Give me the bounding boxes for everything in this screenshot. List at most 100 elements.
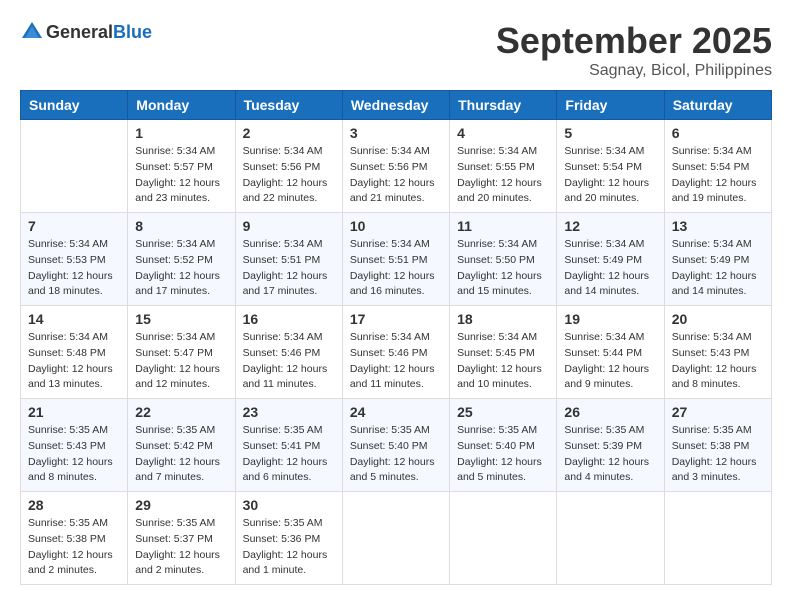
calendar-cell: 20Sunrise: 5:34 AMSunset: 5:43 PMDayligh… <box>664 306 771 399</box>
calendar-cell: 4Sunrise: 5:34 AMSunset: 5:55 PMDaylight… <box>450 120 557 213</box>
logo: GeneralBlue <box>20 20 152 44</box>
day-number: 5 <box>564 125 656 141</box>
calendar-cell: 2Sunrise: 5:34 AMSunset: 5:56 PMDaylight… <box>235 120 342 213</box>
day-number: 1 <box>135 125 227 141</box>
calendar-cell: 25 Sunrise: 5:35 AMSunset: 5:40 PMDayligh… <box>450 399 557 492</box>
day-number: 11 <box>457 218 549 234</box>
day-info: Sunrise: 5:34 AMSunset: 5:53 PMDaylight:… <box>28 237 120 300</box>
day-info: Sunrise: 5:34 AMSunset: 5:49 PMDaylight:… <box>672 237 764 300</box>
calendar-col-wednesday: Wednesday <box>342 91 449 120</box>
calendar-week-2: 7Sunrise: 5:34 AMSunset: 5:53 PMDaylight… <box>21 213 772 306</box>
day-number: 24 <box>350 404 442 420</box>
calendar-cell: 8 Sunrise: 5:34 AMSunset: 5:52 PMDaylight… <box>128 213 235 306</box>
month-title: September 2025 <box>496 20 772 62</box>
day-info: Sunrise: 5:34 AMSunset: 5:44 PMDaylight:… <box>564 330 656 393</box>
day-number: 21 <box>28 404 120 420</box>
day-info: Sunrise: 5:35 AMSunset: 5:36 PMDaylight:… <box>243 516 335 579</box>
day-info: Sunrise: 5:35 AMSunset: 5:38 PMDaylight:… <box>28 516 120 579</box>
calendar-header: SundayMondayTuesdayWednesdayThursdayFrid… <box>21 91 772 120</box>
calendar-table: SundayMondayTuesdayWednesdayThursdayFrid… <box>20 90 772 585</box>
calendar-cell: 30 Sunrise: 5:35 AMSunset: 5:36 PMDayligh… <box>235 492 342 585</box>
day-number: 19 <box>564 311 656 327</box>
day-number: 18 <box>457 311 549 327</box>
day-number: 23 <box>243 404 335 420</box>
calendar-cell: 24 Sunrise: 5:35 AMSunset: 5:40 PMDayligh… <box>342 399 449 492</box>
day-info: Sunrise: 5:35 AMSunset: 5:43 PMDaylight:… <box>28 423 120 486</box>
day-number: 30 <box>243 497 335 513</box>
calendar-week-1: 1 Sunrise: 5:34 AMSunset: 5:57 PMDaylight… <box>21 120 772 213</box>
day-info: Sunrise: 5:34 AMSunset: 5:52 PMDaylight:… <box>135 237 227 300</box>
logo-icon <box>20 20 44 44</box>
calendar-cell: 5 Sunrise: 5:34 AMSunset: 5:54 PMDaylight… <box>557 120 664 213</box>
day-number: 22 <box>135 404 227 420</box>
day-info: Sunrise: 5:35 AMSunset: 5:37 PMDaylight:… <box>135 516 227 579</box>
page-header: GeneralBlue September 2025 Sagnay, Bicol… <box>20 20 772 80</box>
day-info: Sunrise: 5:35 AMSunset: 5:39 PMDaylight:… <box>564 423 656 486</box>
day-number: 2 <box>243 125 335 141</box>
logo-blue: Blue <box>113 22 152 42</box>
day-number: 26 <box>564 404 656 420</box>
day-number: 20 <box>672 311 764 327</box>
calendar-cell: 22 Sunrise: 5:35 AMSunset: 5:42 PMDayligh… <box>128 399 235 492</box>
calendar-cell: 28 Sunrise: 5:35 AMSunset: 5:38 PMDayligh… <box>21 492 128 585</box>
day-info: Sunrise: 5:34 AMSunset: 5:54 PMDaylight:… <box>672 144 764 207</box>
day-info: Sunrise: 5:34 AMSunset: 5:49 PMDaylight:… <box>564 237 656 300</box>
day-info: Sunrise: 5:35 AMSunset: 5:41 PMDaylight:… <box>243 423 335 486</box>
day-number: 28 <box>28 497 120 513</box>
calendar-week-5: 28 Sunrise: 5:35 AMSunset: 5:38 PMDayligh… <box>21 492 772 585</box>
calendar-cell: 17 Sunrise: 5:34 AMSunset: 5:46 PMDayligh… <box>342 306 449 399</box>
day-number: 27 <box>672 404 764 420</box>
calendar-cell: 19 Sunrise: 5:34 AMSunset: 5:44 PMDayligh… <box>557 306 664 399</box>
day-info: Sunrise: 5:34 AMSunset: 5:45 PMDaylight:… <box>457 330 549 393</box>
calendar-cell <box>21 120 128 213</box>
day-info: Sunrise: 5:35 AMSunset: 5:38 PMDaylight:… <box>672 423 764 486</box>
calendar-col-monday: Monday <box>128 91 235 120</box>
day-info: Sunrise: 5:35 AMSunset: 5:42 PMDaylight:… <box>135 423 227 486</box>
calendar-cell: 21 Sunrise: 5:35 AMSunset: 5:43 PMDayligh… <box>21 399 128 492</box>
day-number: 17 <box>350 311 442 327</box>
day-number: 12 <box>564 218 656 234</box>
calendar-cell: 3Sunrise: 5:34 AMSunset: 5:56 PMDaylight… <box>342 120 449 213</box>
day-number: 9 <box>243 218 335 234</box>
calendar-col-tuesday: Tuesday <box>235 91 342 120</box>
day-number: 8 <box>135 218 227 234</box>
calendar-col-sunday: Sunday <box>21 91 128 120</box>
day-info: Sunrise: 5:35 AMSunset: 5:40 PMDaylight:… <box>457 423 549 486</box>
calendar-cell: 6 Sunrise: 5:34 AMSunset: 5:54 PMDaylight… <box>664 120 771 213</box>
calendar-cell: 7Sunrise: 5:34 AMSunset: 5:53 PMDaylight… <box>21 213 128 306</box>
day-number: 29 <box>135 497 227 513</box>
day-info: Sunrise: 5:34 AMSunset: 5:51 PMDaylight:… <box>243 237 335 300</box>
calendar-cell: 16Sunrise: 5:34 AMSunset: 5:46 PMDayligh… <box>235 306 342 399</box>
calendar-cell: 13 Sunrise: 5:34 AMSunset: 5:49 PMDayligh… <box>664 213 771 306</box>
calendar-col-thursday: Thursday <box>450 91 557 120</box>
day-number: 25 <box>457 404 549 420</box>
calendar-cell <box>557 492 664 585</box>
location: Sagnay, Bicol, Philippines <box>496 62 772 80</box>
day-number: 13 <box>672 218 764 234</box>
day-info: Sunrise: 5:34 AMSunset: 5:46 PMDaylight:… <box>350 330 442 393</box>
calendar-cell: 15Sunrise: 5:34 AMSunset: 5:47 PMDayligh… <box>128 306 235 399</box>
calendar-cell <box>664 492 771 585</box>
calendar-cell <box>342 492 449 585</box>
title-area: September 2025 Sagnay, Bicol, Philippine… <box>496 20 772 80</box>
day-info: Sunrise: 5:34 AMSunset: 5:48 PMDaylight:… <box>28 330 120 393</box>
day-info: Sunrise: 5:34 AMSunset: 5:50 PMDaylight:… <box>457 237 549 300</box>
calendar-cell: 26 Sunrise: 5:35 AMSunset: 5:39 PMDayligh… <box>557 399 664 492</box>
day-info: Sunrise: 5:34 AMSunset: 5:51 PMDaylight:… <box>350 237 442 300</box>
calendar-cell: 1 Sunrise: 5:34 AMSunset: 5:57 PMDaylight… <box>128 120 235 213</box>
calendar-cell: 10Sunrise: 5:34 AMSunset: 5:51 PMDayligh… <box>342 213 449 306</box>
day-info: Sunrise: 5:34 AMSunset: 5:54 PMDaylight:… <box>564 144 656 207</box>
calendar-cell: 14 Sunrise: 5:34 AMSunset: 5:48 PMDayligh… <box>21 306 128 399</box>
calendar-col-saturday: Saturday <box>664 91 771 120</box>
day-number: 6 <box>672 125 764 141</box>
calendar-cell: 12 Sunrise: 5:34 AMSunset: 5:49 PMDayligh… <box>557 213 664 306</box>
day-info: Sunrise: 5:34 AMSunset: 5:57 PMDaylight:… <box>135 144 227 207</box>
calendar-col-friday: Friday <box>557 91 664 120</box>
day-number: 14 <box>28 311 120 327</box>
day-info: Sunrise: 5:35 AMSunset: 5:40 PMDaylight:… <box>350 423 442 486</box>
calendar-week-3: 14 Sunrise: 5:34 AMSunset: 5:48 PMDayligh… <box>21 306 772 399</box>
day-number: 4 <box>457 125 549 141</box>
day-info: Sunrise: 5:34 AMSunset: 5:46 PMDaylight:… <box>243 330 335 393</box>
logo-general: General <box>46 22 113 42</box>
day-number: 3 <box>350 125 442 141</box>
